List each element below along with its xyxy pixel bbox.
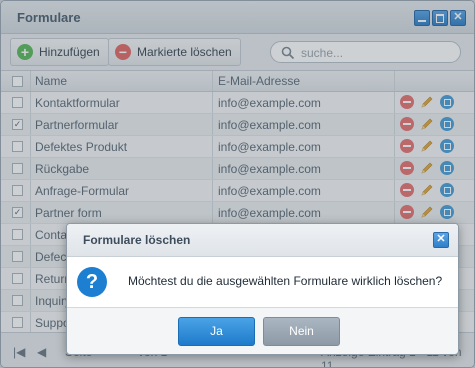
question-icon: ? [77,267,107,297]
dialog-close-icon[interactable]: ✕ [433,232,449,248]
confirm-yes-button[interactable]: Ja [178,317,255,346]
dialog-body: ? Möchtest du die ausgewählten Formulare… [67,257,458,308]
dialog-titlebar: Formulare löschen ✕ [67,224,458,257]
confirm-no-button[interactable]: Nein [263,317,340,346]
dialog-title: Formulare löschen [83,233,191,247]
dialog-message: Möchtest du die ausgewählten Formulare w… [128,274,443,288]
confirm-delete-dialog: Formulare löschen ✕ ? Möchtest du die au… [66,223,459,355]
